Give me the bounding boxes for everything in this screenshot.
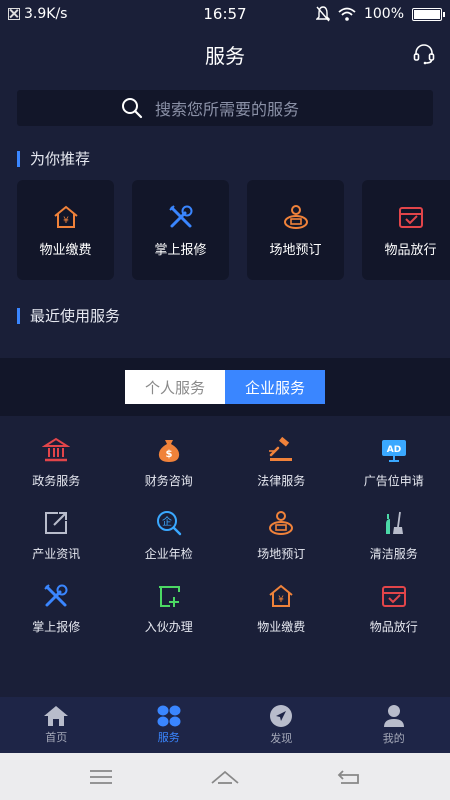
home-icon (44, 706, 69, 726)
nav-label: 发现 (270, 732, 293, 745)
menu-icon[interactable] (89, 769, 113, 785)
service-label: 物品放行 (369, 620, 418, 634)
svg-text:企: 企 (162, 515, 172, 528)
recommend-item-venue-booking[interactable]: 场地预订 (247, 180, 344, 280)
service-label: 清洁服务 (369, 547, 418, 561)
home-button-icon[interactable] (210, 769, 240, 785)
search-icon (122, 98, 143, 119)
enterprise-check-icon: 企 (156, 511, 181, 536)
top-bar: 服务 (0, 28, 450, 80)
ad-icon: AD (381, 440, 406, 462)
recommend-title-text: 为你推荐 (30, 150, 91, 168)
recommend-item-item-release[interactable]: 物品放行 (362, 180, 450, 280)
service-item-move-in[interactable]: 入伙办理 (113, 574, 226, 647)
service-item-annual-check[interactable]: 企 企业年检 (113, 501, 226, 574)
recommend-item-repair[interactable]: 掌上报修 (132, 180, 229, 280)
service-grid: 政务服务 $ 财务咨询 法律服务 AD 广告位申请 产业资讯 企 企业年检 场地… (0, 428, 450, 647)
service-label: 财务咨询 (144, 474, 193, 488)
service-label: 产业资讯 (32, 547, 81, 561)
recent-section-title: 最近使用服务 (17, 305, 120, 326)
page-title: 服务 (205, 43, 245, 68)
service-tabs: 个人服务 企业服务 (0, 358, 450, 416)
network-speed: 3.9K/s (24, 6, 68, 22)
gavel-icon (269, 436, 293, 461)
recent-title-text: 最近使用服务 (30, 307, 121, 325)
service-item-legal[interactable]: 法律服务 (225, 428, 338, 501)
service-item-finance[interactable]: $ 财务咨询 (113, 428, 226, 501)
nav-label: 首页 (45, 731, 68, 744)
nav-home[interactable]: 首页 (0, 697, 113, 753)
move-in-icon (158, 586, 180, 607)
system-nav-bar (0, 753, 450, 800)
nav-label: 我的 (382, 732, 405, 745)
service-label: 政务服务 (32, 474, 81, 488)
nav-profile[interactable]: 我的 (338, 697, 450, 753)
recommend-item-label: 物品放行 (384, 242, 437, 258)
bottom-nav: 首页 服务 发现 我的 (0, 697, 450, 753)
svg-text:$: $ (165, 449, 172, 460)
service-label: 广告位申请 (363, 474, 424, 488)
search-placeholder: 搜索您所需要的服务 (155, 100, 300, 119)
battery-percent: 100% (363, 6, 404, 22)
clock: 16:57 (203, 5, 247, 23)
service-item-repair[interactable]: 掌上报修 (0, 574, 113, 647)
svg-text:¥: ¥ (63, 216, 69, 226)
recommend-section-title: 为你推荐 (17, 148, 90, 169)
venue-booking-icon (269, 511, 294, 535)
section-accent-bar (17, 307, 20, 324)
service-label: 企业年检 (144, 547, 193, 561)
service-label: 掌上报修 (32, 620, 81, 634)
service-item-industry-news[interactable]: 产业资讯 (0, 501, 113, 574)
services-icon (157, 705, 181, 727)
money-bag-icon: $ (158, 440, 179, 462)
service-item-cleaning[interactable]: 清洁服务 (338, 501, 450, 574)
government-icon (42, 437, 71, 462)
nav-services[interactable]: 服务 (113, 697, 226, 753)
tab-personal[interactable]: 个人服务 (125, 370, 225, 404)
battery-icon (412, 7, 445, 21)
recommend-item-label: 掌上报修 (154, 242, 207, 258)
property-fee-icon: ¥ (53, 205, 78, 228)
service-label: 法律服务 (257, 474, 306, 488)
nav-discover[interactable]: 发现 (225, 697, 338, 753)
discover-icon (270, 705, 293, 727)
nav-label: 服务 (157, 731, 180, 744)
item-release-icon (398, 206, 423, 228)
recommend-item-property-fee[interactable]: ¥ 物业缴费 (17, 180, 114, 280)
recommend-item-label: 物业缴费 (39, 242, 92, 258)
section-accent-bar (17, 150, 20, 167)
mute-icon (315, 6, 330, 22)
svg-text:AD: AD (387, 445, 401, 455)
venue-booking-icon (283, 204, 308, 229)
wifi-icon (338, 7, 356, 21)
customer-service-icon[interactable] (412, 42, 436, 66)
search-input[interactable]: 搜索您所需要的服务 (17, 90, 433, 126)
tab-enterprise[interactable]: 企业服务 (225, 370, 325, 404)
cleaning-icon (385, 511, 403, 534)
property-fee-icon: ¥ (269, 584, 293, 607)
service-item-property-fee[interactable]: ¥ 物业缴费 (225, 574, 338, 647)
service-label: 场地预订 (257, 547, 306, 561)
item-release-icon (381, 586, 406, 607)
repair-icon (168, 204, 192, 227)
service-label: 物业缴费 (257, 620, 306, 634)
external-link-icon (45, 512, 68, 534)
status-bar: 3.9K/s 16:57 100% (0, 0, 450, 28)
service-item-item-release[interactable]: 物品放行 (338, 574, 450, 647)
profile-icon (383, 705, 404, 727)
repair-icon (44, 584, 68, 607)
svg-text:¥: ¥ (278, 595, 284, 605)
notification-x-icon (8, 8, 20, 20)
recommend-list: ¥ 物业缴费 掌上报修 场地预订 物品放行 (17, 180, 450, 280)
service-label: 入伙办理 (144, 620, 193, 634)
service-item-government[interactable]: 政务服务 (0, 428, 113, 501)
service-item-venue-booking[interactable]: 场地预订 (225, 501, 338, 574)
service-item-ad[interactable]: AD 广告位申请 (338, 428, 450, 501)
back-icon[interactable] (337, 769, 361, 785)
recommend-item-label: 场地预订 (269, 242, 322, 258)
